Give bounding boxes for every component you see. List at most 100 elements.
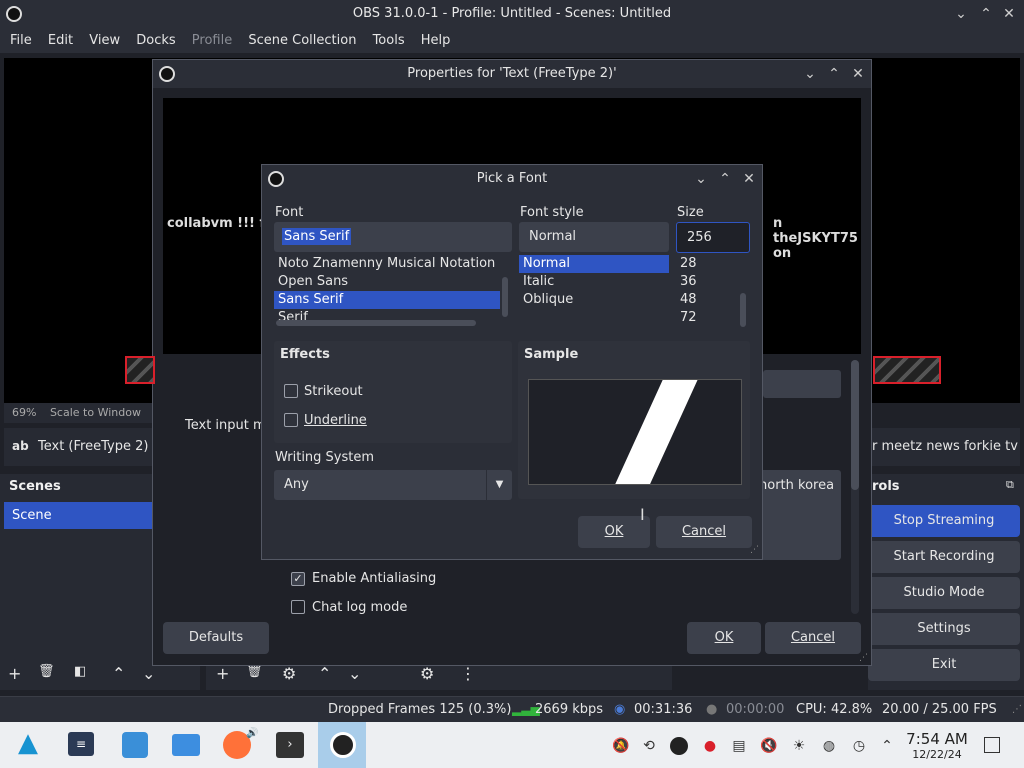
properties-scrollbar-thumb[interactable] [851, 360, 859, 490]
volume-muted-icon[interactable]: 🔇 [760, 737, 778, 755]
scale-mode[interactable]: Scale to Window [50, 406, 141, 419]
tray-expand-icon[interactable]: ⌃ [878, 737, 896, 755]
font-dialog-titlebar: Pick a Font ⌄ ⌃ ✕ [262, 165, 762, 193]
strikeout-label[interactable]: Strikeout [304, 384, 363, 399]
source-down-icon[interactable]: ⌄ [348, 664, 361, 683]
bounding-box-left[interactable] [125, 356, 155, 384]
stop-streaming-button[interactable]: Stop Streaming [868, 505, 1020, 537]
recording-tray-icon[interactable]: ● [701, 737, 719, 755]
font-name-input[interactable]: Sans Serif [274, 222, 512, 252]
minimize-icon[interactable]: ⌄ [799, 60, 821, 88]
font-list-hscrollbar[interactable] [276, 320, 476, 326]
mixer-menu-icon[interactable]: ⋮ [460, 664, 476, 683]
discover-icon[interactable] [122, 732, 148, 758]
maximize-icon[interactable]: ⌃ [975, 0, 997, 28]
size-list-item[interactable]: 72 [676, 309, 750, 327]
bounding-box-right[interactable] [873, 356, 941, 384]
obs-tray-icon[interactable] [670, 737, 688, 755]
properties-ok-button[interactable]: OK [687, 622, 761, 654]
font-size-input[interactable]: 256 [676, 222, 750, 253]
menu-tools[interactable]: Tools [367, 28, 411, 53]
updates-icon[interactable]: ◷ [850, 737, 868, 755]
settings-button[interactable]: Settings [868, 613, 1020, 645]
terminal-icon[interactable]: › [276, 732, 304, 758]
move-down-icon[interactable]: ⌄ [142, 664, 155, 683]
font-cancel-button[interactable]: Cancel [656, 516, 752, 548]
add-scene-icon[interactable]: + [8, 664, 21, 683]
maximize-icon[interactable]: ⌃ [823, 60, 845, 88]
start-recording-button[interactable]: Start Recording [868, 541, 1020, 573]
menu-bar: File Edit View Docks Profile Scene Colle… [0, 28, 1024, 53]
style-list[interactable]: Normal Italic Oblique [519, 255, 669, 327]
menu-view[interactable]: View [83, 28, 126, 53]
size-list-item[interactable]: 36 [676, 273, 750, 291]
size-list-item[interactable]: 28 [676, 255, 750, 273]
show-desktop-icon[interactable] [984, 737, 1000, 753]
arch-launcher-icon[interactable]: ▲ [18, 728, 38, 758]
style-list-item-selected[interactable]: Normal [519, 255, 669, 273]
menu-edit[interactable]: Edit [42, 28, 79, 53]
move-up-icon[interactable]: ⌃ [112, 664, 125, 683]
minimize-icon[interactable]: ⌄ [950, 0, 972, 28]
clock[interactable]: 7:54 AM 12/22/24 [902, 730, 972, 762]
system-settings-icon[interactable]: ≡ [68, 732, 94, 756]
font-list-item[interactable]: Open Sans [274, 273, 512, 291]
add-source-icon[interactable]: + [216, 664, 229, 683]
maximize-icon[interactable]: ⌃ [714, 165, 736, 193]
size-list-scrollbar[interactable] [740, 293, 746, 327]
clipboard-icon[interactable]: ▤ [730, 737, 748, 755]
mixer-settings-icon[interactable]: ⚙ [420, 664, 434, 683]
menu-profile[interactable]: Profile [186, 28, 238, 53]
font-dialog: Pick a Font ⌄ ⌃ ✕ Font Sans Serif Noto Z… [261, 164, 763, 560]
exit-button[interactable]: Exit [868, 649, 1020, 681]
status-bar: Dropped Frames 125 (0.3%) ▂▃▅ 2669 kbps … [0, 696, 1024, 722]
source-name: Text (FreeType 2) [38, 439, 149, 454]
style-list-item[interactable]: Oblique [519, 291, 669, 309]
scene-item[interactable]: Scene [4, 502, 152, 529]
close-icon[interactable]: ✕ [998, 0, 1020, 28]
style-list-item[interactable]: Italic [519, 273, 669, 291]
chatlog-checkbox[interactable] [291, 600, 305, 614]
size-list[interactable]: 28 36 48 72 [676, 255, 750, 327]
minimize-icon[interactable]: ⌄ [690, 165, 712, 193]
writing-system-select[interactable]: Any ▼ [274, 470, 512, 500]
antialiasing-checkbox[interactable]: ✓ [291, 572, 305, 586]
bitrate: 2669 kbps [535, 702, 604, 717]
kde-connect-icon[interactable]: ⟲ [640, 737, 658, 755]
properties-scrollbar[interactable] [851, 360, 859, 614]
font-list[interactable]: Noto Znamenny Musical Notation Open Sans… [274, 255, 512, 327]
remove-source-icon[interactable]: 🗑 [246, 664, 263, 679]
menu-docks[interactable]: Docks [130, 28, 181, 53]
undock-icon[interactable]: ⧉ [1006, 478, 1014, 492]
obs-taskbar-icon[interactable] [318, 722, 366, 768]
studio-mode-button[interactable]: Studio Mode [868, 577, 1020, 609]
font-list-vscrollbar[interactable] [502, 277, 508, 317]
text-area[interactable]: north korea [753, 470, 841, 560]
size-list-item[interactable]: 48 [676, 291, 750, 309]
remove-scene-icon[interactable]: 🗑 [38, 664, 55, 679]
source-toolbar-right: r meetz news forkie tv [868, 428, 1020, 466]
source-up-icon[interactable]: ⌃ [318, 664, 331, 683]
notifications-off-icon[interactable]: 🔕 [612, 737, 630, 755]
network-icon[interactable]: ◍ [820, 737, 838, 755]
menu-scene-collection[interactable]: Scene Collection [242, 28, 362, 53]
scene-filters-icon[interactable]: ◧ [74, 664, 86, 679]
font-list-item-selected[interactable]: Sans Serif [274, 291, 500, 309]
font-select-field[interactable] [763, 370, 841, 398]
source-settings-icon[interactable]: ⚙ [282, 664, 296, 683]
underline-label[interactable]: Underline [304, 413, 367, 428]
defaults-button[interactable]: Defaults [163, 622, 269, 654]
resize-grip-icon[interactable]: ⋰ [859, 653, 868, 663]
font-list-item[interactable]: Noto Znamenny Musical Notation [274, 255, 512, 273]
brightness-icon[interactable]: ☀ [790, 737, 808, 755]
file-manager-icon[interactable] [172, 734, 200, 756]
properties-cancel-button[interactable]: Cancel [765, 622, 861, 654]
menu-file[interactable]: File [4, 28, 38, 53]
close-icon[interactable]: ✕ [847, 60, 869, 88]
strikeout-checkbox[interactable] [284, 384, 298, 398]
underline-checkbox[interactable] [284, 413, 298, 427]
menu-help[interactable]: Help [415, 28, 457, 53]
font-style-input[interactable]: Normal [519, 222, 669, 252]
close-icon[interactable]: ✕ [738, 165, 760, 193]
resize-grip-icon[interactable]: ⋰ [750, 545, 759, 555]
